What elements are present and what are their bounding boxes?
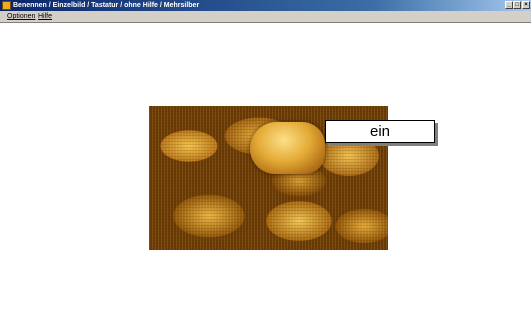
menu-optionen[interactable]: Optionen (7, 11, 35, 23)
answer-input[interactable]: ein (325, 120, 435, 143)
app-icon (2, 1, 11, 10)
window-title: Benennen / Einzelbild / Tastatur / ohne … (13, 2, 200, 9)
minimize-button[interactable]: _ (505, 1, 513, 9)
menu-hilfe[interactable]: Hilfe (38, 11, 52, 23)
close-button[interactable]: × (522, 1, 530, 9)
maximize-button[interactable]: □ (513, 1, 521, 9)
title-bar: Benennen / Einzelbild / Tastatur / ohne … (0, 0, 531, 11)
bread-roll-image (250, 122, 325, 174)
menu-bar: Optionen Hilfe (0, 11, 531, 23)
